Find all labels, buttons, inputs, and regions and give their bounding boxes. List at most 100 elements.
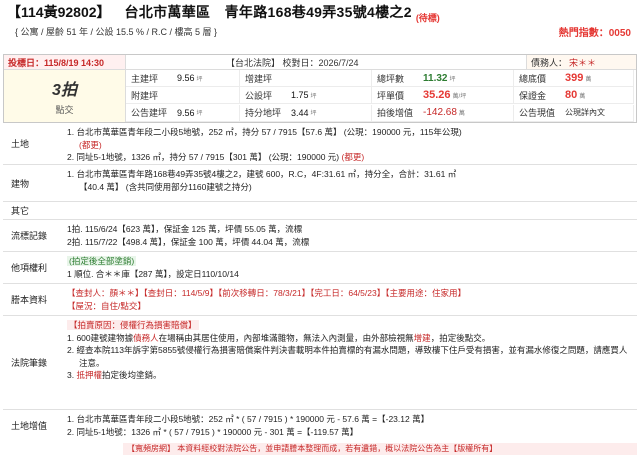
registry-line-1: 【查封人：顏＊＊】【查封日：114/5/9】【前次移轉日：78/3/21】【完工… bbox=[67, 288, 466, 298]
summary-cell-label: 公告現值 bbox=[519, 108, 556, 119]
summary-cell-value: 3.44 bbox=[291, 107, 309, 118]
building-line-2: 【40.4 萬】 (含共同使用部分1160建號之持分) bbox=[79, 181, 252, 192]
summary-cell-value: 35.26 bbox=[423, 89, 451, 102]
header: 【114黃92802】 台北市萬華區 青年路168巷49弄35號4樓之2 (待標… bbox=[3, 0, 637, 52]
section-label: 土地 bbox=[11, 139, 30, 149]
section-registry: 謄本資料 【查封人：顏＊＊】【查封日：114/5/9】【前次移轉日：78/3/2… bbox=[3, 284, 637, 316]
summary-cell-unit: 坪 bbox=[310, 93, 317, 100]
court-notes-header: 【拍賣原因：侵權行為損害賠償】 bbox=[67, 320, 199, 330]
summary-cell-label: 增建坪 bbox=[245, 73, 273, 84]
court-notes-line-3: 3. 抵押權拍定後均塗銷。 bbox=[67, 370, 162, 380]
summary-cell-unit: 坪 bbox=[196, 111, 203, 118]
summary-cell: 公設坪 1.75 坪 bbox=[240, 87, 372, 105]
summary-cell-unit: 萬 bbox=[579, 93, 586, 100]
summary-cell-label: 坪單價 bbox=[377, 90, 405, 101]
rights-note: (拍定後全部塗銷) bbox=[67, 256, 137, 266]
summary-cell: 保證金 80 萬 bbox=[514, 87, 634, 105]
section-body bbox=[63, 202, 637, 219]
bid-date: 投標日：115/8/19 14:30 bbox=[4, 55, 126, 69]
summary-cell: 總坪數 11.32 坪 bbox=[372, 70, 514, 87]
section-label: 謄本資料 bbox=[11, 295, 48, 305]
summary-cell-value: 80 bbox=[565, 89, 578, 102]
summary-cell-value: -142.68 bbox=[423, 107, 457, 119]
section-building: 建物 1. 台北市萬華區青年路168巷49弄35號4樓之2，建號 600，R.C… bbox=[3, 165, 637, 202]
section-land: 土地 1. 台北市萬華區青年段二小段5地號，252 ㎡，持分 57 / 7915… bbox=[3, 123, 637, 165]
summary-cell-unit: 坪 bbox=[196, 76, 203, 83]
summary-panel: 投標日：115/8/19 14:30 【台北法院】 校對日：2026/7/24 … bbox=[3, 54, 637, 123]
section-body: 【拍賣原因：侵權行為損害賠償】 1. 600建號建物據債務人在場稱由其居住使用，… bbox=[63, 316, 637, 409]
debtor-label: 債務人： bbox=[531, 57, 568, 68]
court-info: 【台北法院】 校對日：2026/7/24 bbox=[226, 57, 359, 68]
summary-cell-value: 11.32 bbox=[423, 72, 448, 84]
section-body: 1拍. 115/6/24【623 萬】，保証金 125 萬，坪價 55.05 萬… bbox=[63, 220, 637, 251]
summary-cell-label: 保證金 bbox=[519, 90, 547, 101]
section-auction-history: 流標記錄 1拍. 115/6/24【623 萬】，保証金 125 萬，坪價 55… bbox=[3, 220, 637, 252]
summary-cell-label: 總坪數 bbox=[377, 73, 405, 84]
history-line-1: 1拍. 115/6/24【623 萬】，保証金 125 萬，坪價 55.05 萬… bbox=[67, 224, 303, 234]
summary-cell-label: 公設坪 bbox=[245, 90, 273, 101]
title-row: 【114黃92802】 台北市萬華區 青年路168巷49弄35號4樓之2 (待標… bbox=[3, 2, 637, 24]
page: 【114黃92802】 台北市萬華區 青年路168巷49弄35號4樓之2 (待標… bbox=[0, 0, 640, 467]
summary-cell-label: 總底價 bbox=[519, 73, 547, 84]
summary-cell: 總底價 399 萬 bbox=[514, 70, 634, 87]
history-line-2: 2拍. 115/7/22【498.4 萬】，保証金 100 萬，坪價 44.04… bbox=[67, 236, 310, 247]
section-other: 其它 bbox=[3, 202, 637, 220]
section-body: 1. 台北市萬華區青年段二小段5地號，252 ㎡，持分 57 / 7915【57… bbox=[63, 123, 637, 164]
summary-cell-unit: 坪 bbox=[310, 111, 317, 118]
section-land-value: 土地增值 1. 台北市萬華區青年段二小段5地號：252 ㎡ * ( 57 / 7… bbox=[3, 410, 637, 440]
summary-cell: 公告建坪 9.56 坪 bbox=[126, 104, 240, 122]
summary-grid: 主建坪 9.56 坪增建坪 總坪數 11.32 坪總底價 399 萬附建坪 公設坪 1.75 坪坪單… bbox=[126, 70, 636, 122]
section-court-notes: 法院筆錄 【拍賣原因：侵權行為損害賠償】 1. 600建號建物據債務人在場稱由其… bbox=[3, 316, 637, 410]
auction-round: 3拍 bbox=[52, 82, 77, 99]
summary-cell-unit: 萬/坪 bbox=[452, 93, 467, 100]
summary-cell: 公告現值 公現詳內文 bbox=[514, 104, 634, 122]
summary-cell-label: 主建坪 bbox=[131, 73, 159, 84]
summary-cell: 坪單價 35.26 萬/坪 bbox=[372, 87, 514, 105]
summary-cell-label: 公告建坪 bbox=[131, 108, 168, 119]
summary-cell-unit: 坪 bbox=[449, 76, 456, 83]
land-line-1-note: (都更) bbox=[79, 139, 102, 150]
summary-body: 3拍 點交 主建坪 9.56 坪增建坪 總坪數 11.32 坪總底價 399 萬附建坪 公設坪 1… bbox=[4, 70, 636, 122]
building-line-1: 1. 台北市萬華區青年路168巷49弄35號4樓之2，建號 600，R.C，4F… bbox=[67, 169, 457, 179]
section-other-rights: 他項權利 (拍定後全部塗銷) 1 順位. 合＊＊庫【287 萬】，設定日110/… bbox=[3, 252, 637, 284]
summary-cell-value: 公現詳內文 bbox=[565, 108, 605, 118]
summary-cell-label: 持分地坪 bbox=[245, 108, 282, 119]
summary-cell: 拍後增值 -142.68 萬 bbox=[372, 104, 514, 122]
summary-cell-value: 9.56 bbox=[177, 73, 195, 83]
court-notes-line-1: 1. 600建號建物據債務人在場稱由其居住使用，內部堆滿雜物，無法入內測量，由外… bbox=[67, 332, 491, 343]
summary-cell-value: 9.56 bbox=[177, 107, 195, 118]
section-body: 1. 台北市萬華區青年路168巷49弄35號4樓之2，建號 600，R.C，4F… bbox=[63, 165, 637, 201]
delivery-type: 點交 bbox=[55, 105, 74, 115]
section-body: (拍定後全部塗銷) 1 順位. 合＊＊庫【287 萬】，設定日110/10/14 bbox=[63, 252, 637, 283]
summary-cell: 增建坪 bbox=[240, 70, 372, 87]
section-label: 流標記錄 bbox=[11, 231, 48, 241]
section-label: 他項權利 bbox=[11, 263, 48, 273]
debtor-value: 宋＊＊ bbox=[569, 57, 597, 68]
court-notes-line-2: 2. 經查本院113年訴字第5855號侵權行為損害賠償案件判決書載明本件拍賣標的… bbox=[67, 345, 628, 368]
case-number: 【114黃92802】 bbox=[7, 4, 111, 20]
land-value-line-1: 1. 台北市萬華區青年段二小段5地號：252 ㎡ * ( 57 / 7915 )… bbox=[67, 414, 430, 424]
summary-cell: 附建坪 bbox=[126, 87, 240, 105]
summary-cell-value: 399 bbox=[565, 72, 584, 84]
land-value-line-2: 2. 同址5-1地號：1326 ㎡ * ( 57 / 7915 ) * 1900… bbox=[67, 426, 359, 437]
property-sub-info: { 公寓 / 屋齡 51 年 / 公設 15.5 % / R.C / 樓高 5 … bbox=[15, 26, 218, 37]
section-label: 建物 bbox=[11, 178, 30, 189]
debtor: 債務人： 宋＊＊ bbox=[526, 55, 636, 69]
section-label: 土地增值 bbox=[11, 420, 48, 431]
sub-row: { 公寓 / 屋齡 51 年 / 公設 15.5 % / R.C / 樓高 5 … bbox=[3, 24, 637, 39]
land-line-1: 1. 台北市萬華區青年段二小段5地號，252 ㎡，持分 57 / 7915【57… bbox=[67, 127, 462, 137]
summary-cell-label: 拍後增值 bbox=[377, 108, 414, 119]
status-badge: (待標) bbox=[415, 13, 440, 23]
summary-cell-label: 附建坪 bbox=[131, 90, 159, 101]
rights-line-1: 1 順位. 合＊＊庫【287 萬】，設定日110/10/14 bbox=[67, 268, 239, 279]
copyright-notice: 【寬頻房網】 本資料經校對法院公告，並申請謄本整理而成，若有遺錯，概以法院公告為… bbox=[123, 443, 637, 455]
section-label: 其它 bbox=[11, 206, 30, 216]
summary-cell-value: 1.75 bbox=[291, 90, 309, 101]
summary-cell: 主建坪 9.56 坪 bbox=[126, 70, 240, 87]
hot-index: 熱門指數：0050 bbox=[558, 27, 631, 39]
section-body: 1. 台北市萬華區青年段二小段5地號：252 ㎡ * ( 57 / 7915 )… bbox=[63, 410, 637, 440]
summary-cell-unit: 萬 bbox=[458, 111, 465, 118]
auction-round-box: 3拍 點交 bbox=[4, 70, 126, 122]
registry-line-2: 【屋況：自住/點交】 bbox=[67, 300, 146, 311]
summary-cell: 持分地坪 3.44 坪 bbox=[240, 104, 372, 122]
